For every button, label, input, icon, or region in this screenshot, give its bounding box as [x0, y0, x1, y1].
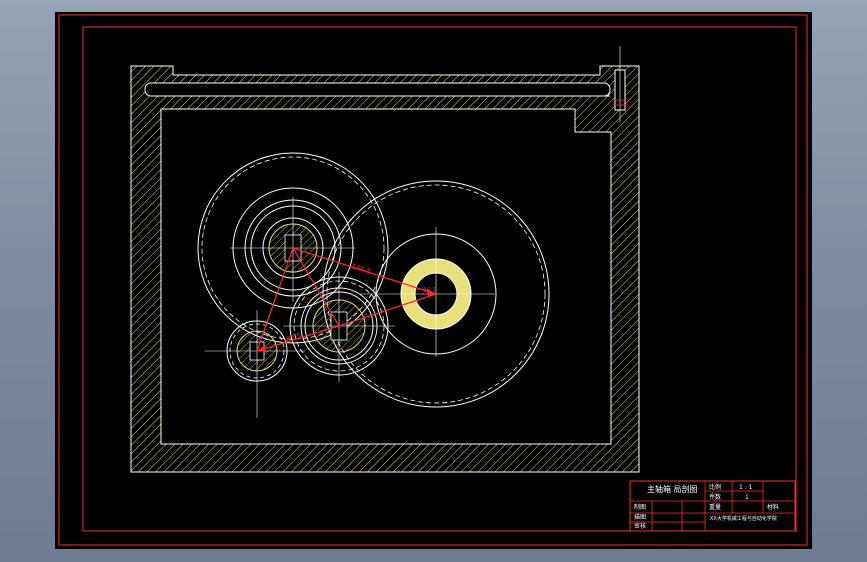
- title-block: 主轴箱 局剖图 比例 1 : 1 件数 1 重量 材料 制图 描图 审核 XX大…: [629, 480, 796, 532]
- tb-view-name: 主轴箱 局剖图: [647, 484, 698, 494]
- tb-material-label: 材料: [767, 503, 779, 511]
- middle-gear: [283, 272, 395, 382]
- tb-scale-value: 1 : 1: [739, 484, 753, 491]
- tb-count-label: 件数: [709, 493, 721, 501]
- dim-label-1: 146.5: [350, 262, 372, 276]
- tb-drawn-label: 制图: [634, 503, 646, 511]
- tb-drawing-label: 描图: [634, 513, 646, 521]
- tb-school-name: XX大学机械工程与自动化学院: [710, 515, 777, 522]
- housing-wall: [130, 65, 640, 473]
- tb-check-label: 审核: [634, 522, 646, 530]
- dim-label-3: 85.5: [423, 287, 437, 294]
- housing: [130, 46, 640, 473]
- cad-viewport[interactable]: 146.5 87.5 85.5 主轴箱 局剖图 比例 1 : 1 件数 1 重量…: [55, 12, 812, 549]
- tb-weight-label: 重量: [709, 503, 721, 511]
- tb-count-value: 1: [745, 494, 749, 501]
- cover-plate: [144, 82, 611, 97]
- dim-label-2: 87.5: [285, 331, 302, 343]
- tb-scale-label: 比例: [709, 483, 721, 491]
- gearbox-drawing: 146.5 87.5 85.5 主轴箱 局剖图 比例 1 : 1 件数 1 重量…: [58, 14, 808, 546]
